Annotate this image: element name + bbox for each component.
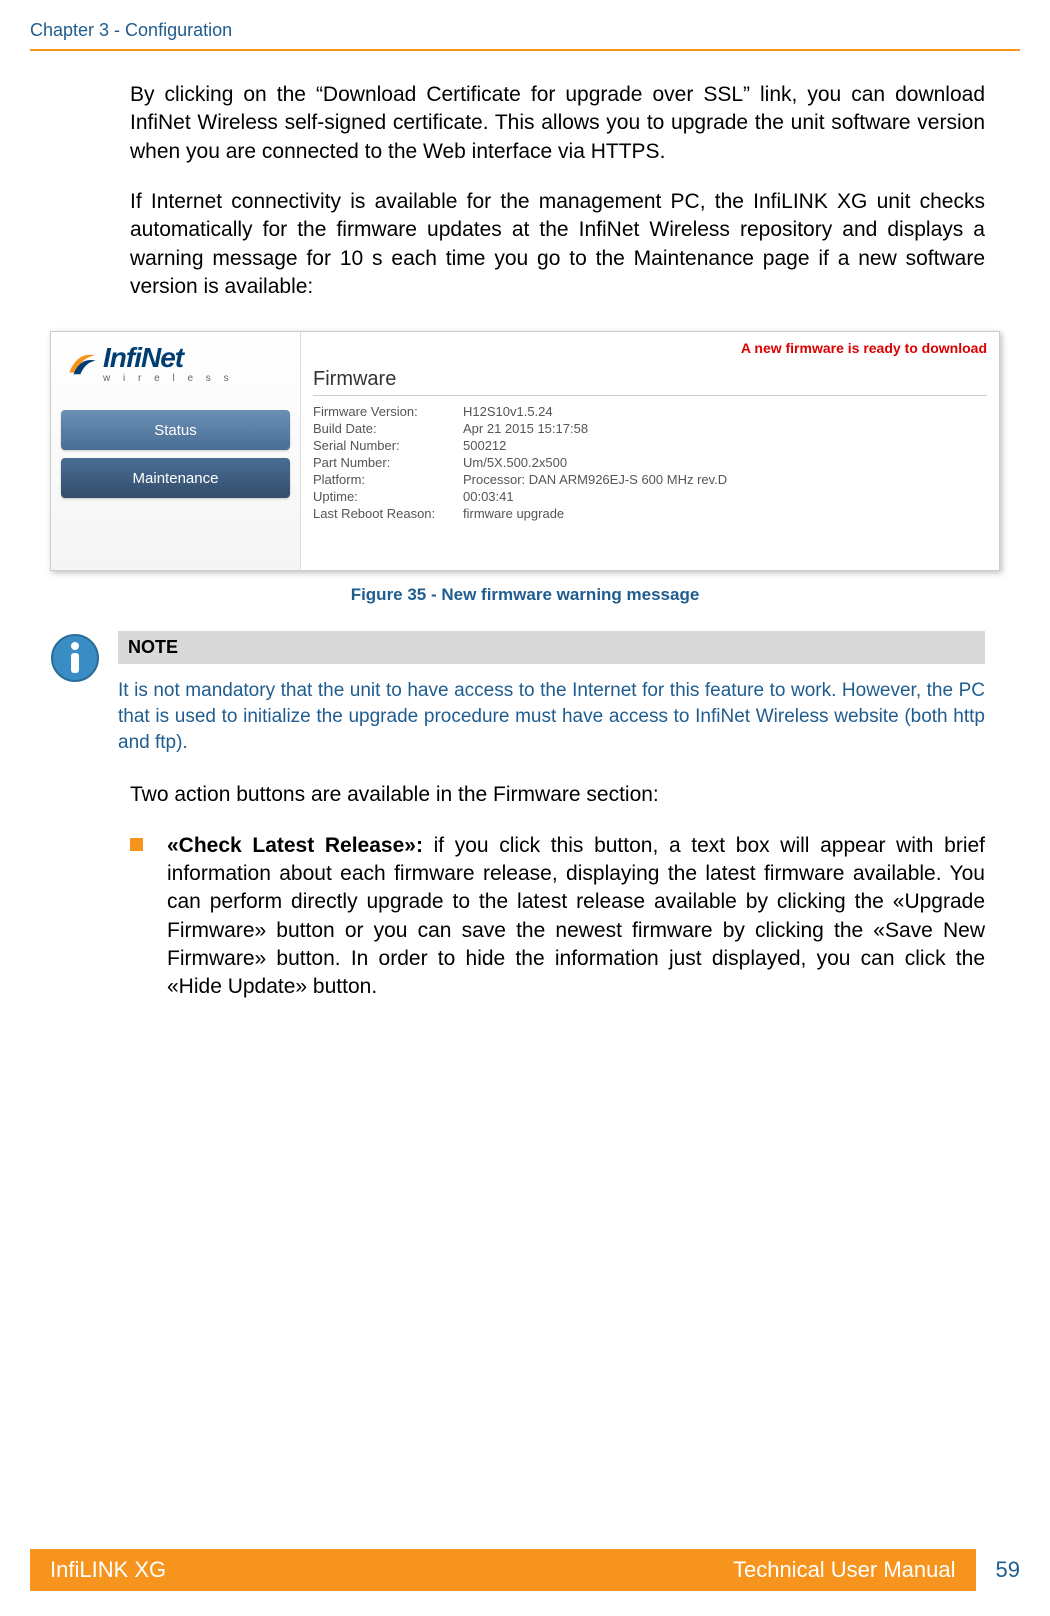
table-row: Serial Number:500212 — [313, 438, 987, 453]
logo-swoosh-icon — [65, 347, 99, 381]
firmware-screenshot: InfiNet w i r e l e s s Status Maintenan… — [50, 331, 1000, 571]
screenshot-sidebar: InfiNet w i r e l e s s Status Maintenan… — [51, 332, 301, 570]
footer-product: InfiLINK XG — [50, 1557, 166, 1583]
firmware-warning: A new firmware is ready to download — [313, 340, 987, 356]
nav-status-button[interactable]: Status — [61, 410, 290, 450]
table-row: Last Reboot Reason:firmware upgrade — [313, 506, 987, 521]
bullet-rest: if you click this button, a text box wil… — [167, 834, 985, 999]
bullet-marker-icon — [130, 838, 143, 851]
bullet-lead: «Check Latest Release»: — [167, 834, 434, 857]
bullet-item: «Check Latest Release»: if you click thi… — [130, 832, 985, 1002]
header-rule — [30, 49, 1020, 51]
table-row: Part Number:Um/5X.500.2x500 — [313, 455, 987, 470]
paragraph-3: Two action buttons are available in the … — [130, 781, 985, 809]
chapter-header: Chapter 3 - Configuration — [30, 20, 1020, 41]
note-title: NOTE — [118, 631, 985, 664]
info-icon — [50, 633, 100, 683]
page-footer: InfiLINK XG Technical User Manual 59 — [30, 1549, 1020, 1591]
footer-docname: Technical User Manual — [733, 1557, 956, 1583]
logo: InfiNet w i r e l e s s — [61, 344, 290, 384]
note-text: It is not mandatory that the unit to hav… — [118, 678, 985, 755]
paragraph-1: By clicking on the “Download Certificate… — [130, 81, 985, 166]
figure-caption: Figure 35 - New firmware warning message — [30, 585, 1020, 605]
table-row: Build Date:Apr 21 2015 15:17:58 — [313, 421, 987, 436]
table-row: Firmware Version:H12S10v1.5.24 — [313, 404, 987, 419]
logo-subtext: w i r e l e s s — [103, 374, 234, 384]
paragraph-2: If Internet connectivity is available fo… — [130, 188, 985, 301]
logo-text: InfiNet — [103, 344, 234, 372]
firmware-table: Firmware Version:H12S10v1.5.24 Build Dat… — [313, 404, 987, 521]
table-row: Platform:Processor: DAN ARM926EJ-S 600 M… — [313, 472, 987, 487]
page-number: 59 — [996, 1557, 1020, 1583]
screenshot-main: A new firmware is ready to download Firm… — [301, 332, 999, 570]
bullet-text: «Check Latest Release»: if you click thi… — [167, 832, 985, 1002]
firmware-section-title: Firmware — [313, 368, 987, 396]
nav-maintenance-button[interactable]: Maintenance — [61, 458, 290, 498]
note-block: NOTE It is not mandatory that the unit t… — [50, 631, 985, 755]
table-row: Uptime:00:03:41 — [313, 489, 987, 504]
